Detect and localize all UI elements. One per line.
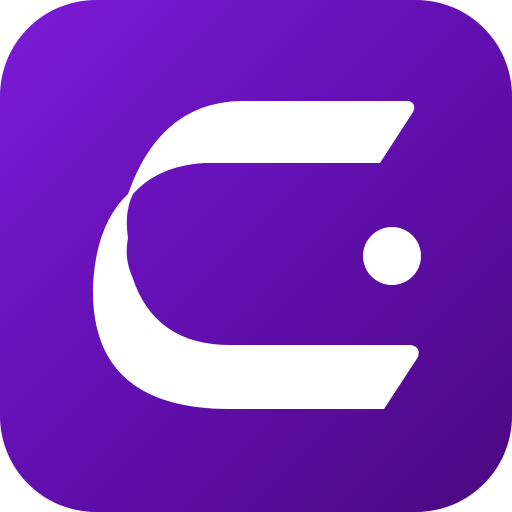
app-icon[interactable] <box>0 0 512 512</box>
logo-dot-icon <box>363 227 421 285</box>
app-logo-icon <box>0 0 512 512</box>
icon-background <box>0 0 512 512</box>
